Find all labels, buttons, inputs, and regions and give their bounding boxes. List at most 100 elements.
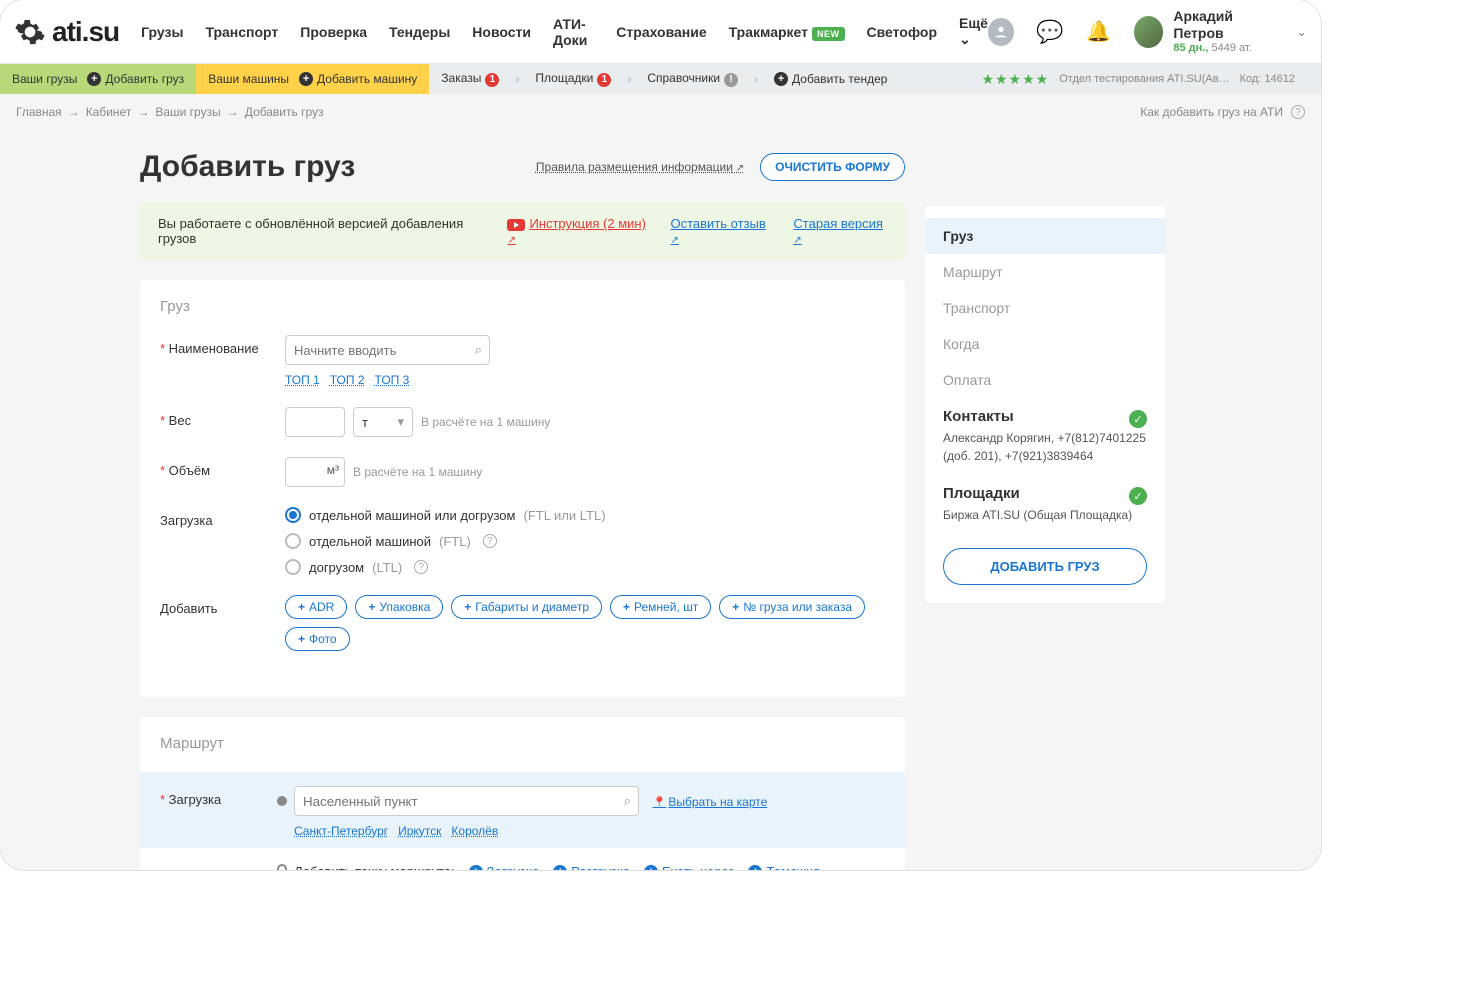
add-cargo-button[interactable]: ДОБАВИТЬ ГРУЗ xyxy=(943,548,1147,585)
add-via-point[interactable]: Ехать через xyxy=(644,864,734,870)
label-name: Наименование xyxy=(160,335,285,356)
breadcrumb-current: Добавить груз xyxy=(245,105,324,119)
help-link[interactable]: Как добавить груз на АТИ? xyxy=(1140,105,1305,119)
chip-adr[interactable]: ADR xyxy=(285,595,347,619)
label-route-load: Загрузка xyxy=(160,786,270,807)
gear-icon xyxy=(14,16,46,48)
plus-icon: + xyxy=(299,72,313,86)
route-dot-icon xyxy=(277,864,287,870)
bell-icon[interactable]: 🔔 xyxy=(1086,18,1112,46)
new-badge: NEW xyxy=(812,27,845,41)
load-option-ftl-ltl[interactable]: отдельной машиной или догрузом (FTL или … xyxy=(285,507,885,523)
question-icon[interactable]: ? xyxy=(414,560,428,574)
nav-check[interactable]: Проверка xyxy=(300,24,367,40)
chat-icon[interactable]: 💬 xyxy=(1036,18,1063,46)
section-title: Груз xyxy=(160,298,885,315)
weight-hint: В расчёте на 1 машину xyxy=(421,415,550,429)
nav-news[interactable]: Новости xyxy=(472,24,531,40)
cargo-name-input[interactable]: ⌕ xyxy=(285,335,490,365)
feedback-link[interactable]: Оставить отзыв xyxy=(671,216,770,246)
subnav-add-tender[interactable]: +Добавить тендер xyxy=(774,72,887,86)
radio-icon xyxy=(285,533,301,549)
search-icon: ⌕ xyxy=(624,793,631,809)
weight-unit-select[interactable]: т▾ xyxy=(353,407,413,437)
question-icon: ? xyxy=(1291,105,1305,119)
subnav-refs[interactable]: Справочники! xyxy=(647,71,738,87)
weight-input[interactable] xyxy=(285,407,345,437)
nav-more[interactable]: Ещё ⌄ xyxy=(959,15,988,48)
nav-trakmarket[interactable]: ТракмаркетNEW xyxy=(729,24,845,40)
city-input[interactable]: ⌕ xyxy=(294,786,639,816)
add-load-point[interactable]: Загрузка xyxy=(469,864,540,870)
add-point-label: Добавить точку маршрута: xyxy=(294,864,455,870)
volume-unit: м³ xyxy=(327,463,339,477)
old-version-link[interactable]: Старая версия xyxy=(793,216,887,246)
nav-svetofor[interactable]: Светофор xyxy=(867,24,938,40)
breadcrumb[interactable]: Главная xyxy=(16,105,62,119)
label-weight: Вес xyxy=(160,407,285,428)
nav-docs[interactable]: АТИ-Доки xyxy=(553,16,594,48)
sidebar-card: Груз Маршрут Транспорт Когда Оплата ✓ Ко… xyxy=(925,206,1165,603)
chip-packaging[interactable]: Упаковка xyxy=(355,595,443,619)
search-icon: ⌕ xyxy=(475,342,482,358)
nav-tenders[interactable]: Тендеры xyxy=(389,24,450,40)
subnav-add-vehicle[interactable]: +Добавить машину xyxy=(299,72,417,86)
info-icon: ! xyxy=(724,73,738,87)
cargo-card: Груз Наименование ⌕ ТОП 1 ТОП 2 ТОП 3 xyxy=(140,280,905,697)
chip-photo[interactable]: Фото xyxy=(285,627,350,651)
route-card: Маршрут Загрузка ⌕ Выбрать на карте xyxy=(140,717,905,870)
subnav-your-cargo[interactable]: Ваши грузы xyxy=(12,72,77,86)
instruction-link[interactable]: Инструкция (2 мин) xyxy=(507,216,646,246)
top-link[interactable]: ТОП 3 xyxy=(375,373,410,387)
city-shortcut[interactable]: Иркутск xyxy=(398,824,441,838)
load-option-ftl[interactable]: отдельной машиной (FTL)? xyxy=(285,533,885,549)
nav-transport[interactable]: Транспорт xyxy=(205,24,278,40)
sidenav-payment[interactable]: Оплата xyxy=(925,362,1165,398)
city-shortcut[interactable]: Санкт-Петербург xyxy=(294,824,388,838)
chevron-down-icon: ⌄ xyxy=(959,31,971,47)
nav-cargo[interactable]: Грузы xyxy=(141,24,183,40)
label-load: Загрузка xyxy=(160,507,285,528)
subnav-your-vehicles[interactable]: Ваши машины xyxy=(208,72,289,86)
radio-icon xyxy=(285,507,301,523)
subnav-orders[interactable]: Заказы1 xyxy=(441,71,499,87)
sidenav-cargo[interactable]: Груз xyxy=(925,218,1165,254)
add-unload-point[interactable]: Разгрузка xyxy=(553,864,630,870)
breadcrumb[interactable]: Ваши грузы xyxy=(155,105,220,119)
sidenav-route[interactable]: Маршрут xyxy=(925,254,1165,290)
add-customs-point[interactable]: Таможня xyxy=(748,864,820,870)
avatar xyxy=(1134,16,1163,48)
top-link[interactable]: ТОП 1 xyxy=(285,373,320,387)
volume-hint: В расчёте на 1 машину xyxy=(353,465,482,479)
subnav-platforms[interactable]: Площадки1 xyxy=(535,71,611,87)
load-option-ltl[interactable]: догрузом (LTL)? xyxy=(285,559,885,575)
sidenav-when[interactable]: Когда xyxy=(925,326,1165,362)
top-link[interactable]: ТОП 2 xyxy=(330,373,365,387)
side-contacts[interactable]: ✓ Контакты Александр Корягин, +7(812)740… xyxy=(925,398,1165,475)
chip-dimensions[interactable]: Габариты и диаметр xyxy=(451,595,602,619)
user-menu[interactable]: Аркадий Петров 85 дн., 5449 ат. ⌄ xyxy=(1134,8,1307,55)
map-link[interactable]: Выбрать на карте xyxy=(653,795,768,809)
city-shortcut[interactable]: Королёв xyxy=(451,824,498,838)
chip-number[interactable]: № груза или заказа xyxy=(719,595,865,619)
question-icon[interactable]: ? xyxy=(483,534,497,548)
stars-icon: ★★★★★ xyxy=(981,71,1049,88)
org-name: Отдел тестирования ATI.SU(Ав… xyxy=(1059,73,1229,85)
subnav-add-cargo[interactable]: +Добавить груз xyxy=(87,72,184,86)
platforms-text: Биржа ATI.SU (Общая Площадка) xyxy=(943,506,1147,524)
plus-icon: + xyxy=(87,72,101,86)
page-title: Добавить груз xyxy=(140,150,355,184)
rules-link[interactable]: Правила размещения информации xyxy=(536,160,744,174)
nav-insurance[interactable]: Страхование xyxy=(616,24,706,40)
sidenav-transport[interactable]: Транспорт xyxy=(925,290,1165,326)
clear-form-button[interactable]: ОЧИСТИТЬ ФОРМУ xyxy=(760,153,905,181)
account-icon[interactable] xyxy=(988,18,1014,46)
org-code: Код: 14612 xyxy=(1240,73,1295,85)
breadcrumb[interactable]: Кабинет xyxy=(86,105,132,119)
logo-text: ati.su xyxy=(52,16,119,48)
label-volume: Объём xyxy=(160,457,285,478)
side-platforms[interactable]: ✓ Площадки Биржа ATI.SU (Общая Площадка) xyxy=(925,475,1165,534)
logo[interactable]: ati.su xyxy=(14,16,119,48)
chip-straps[interactable]: Ремней, шт xyxy=(610,595,711,619)
badge: 1 xyxy=(485,73,499,87)
